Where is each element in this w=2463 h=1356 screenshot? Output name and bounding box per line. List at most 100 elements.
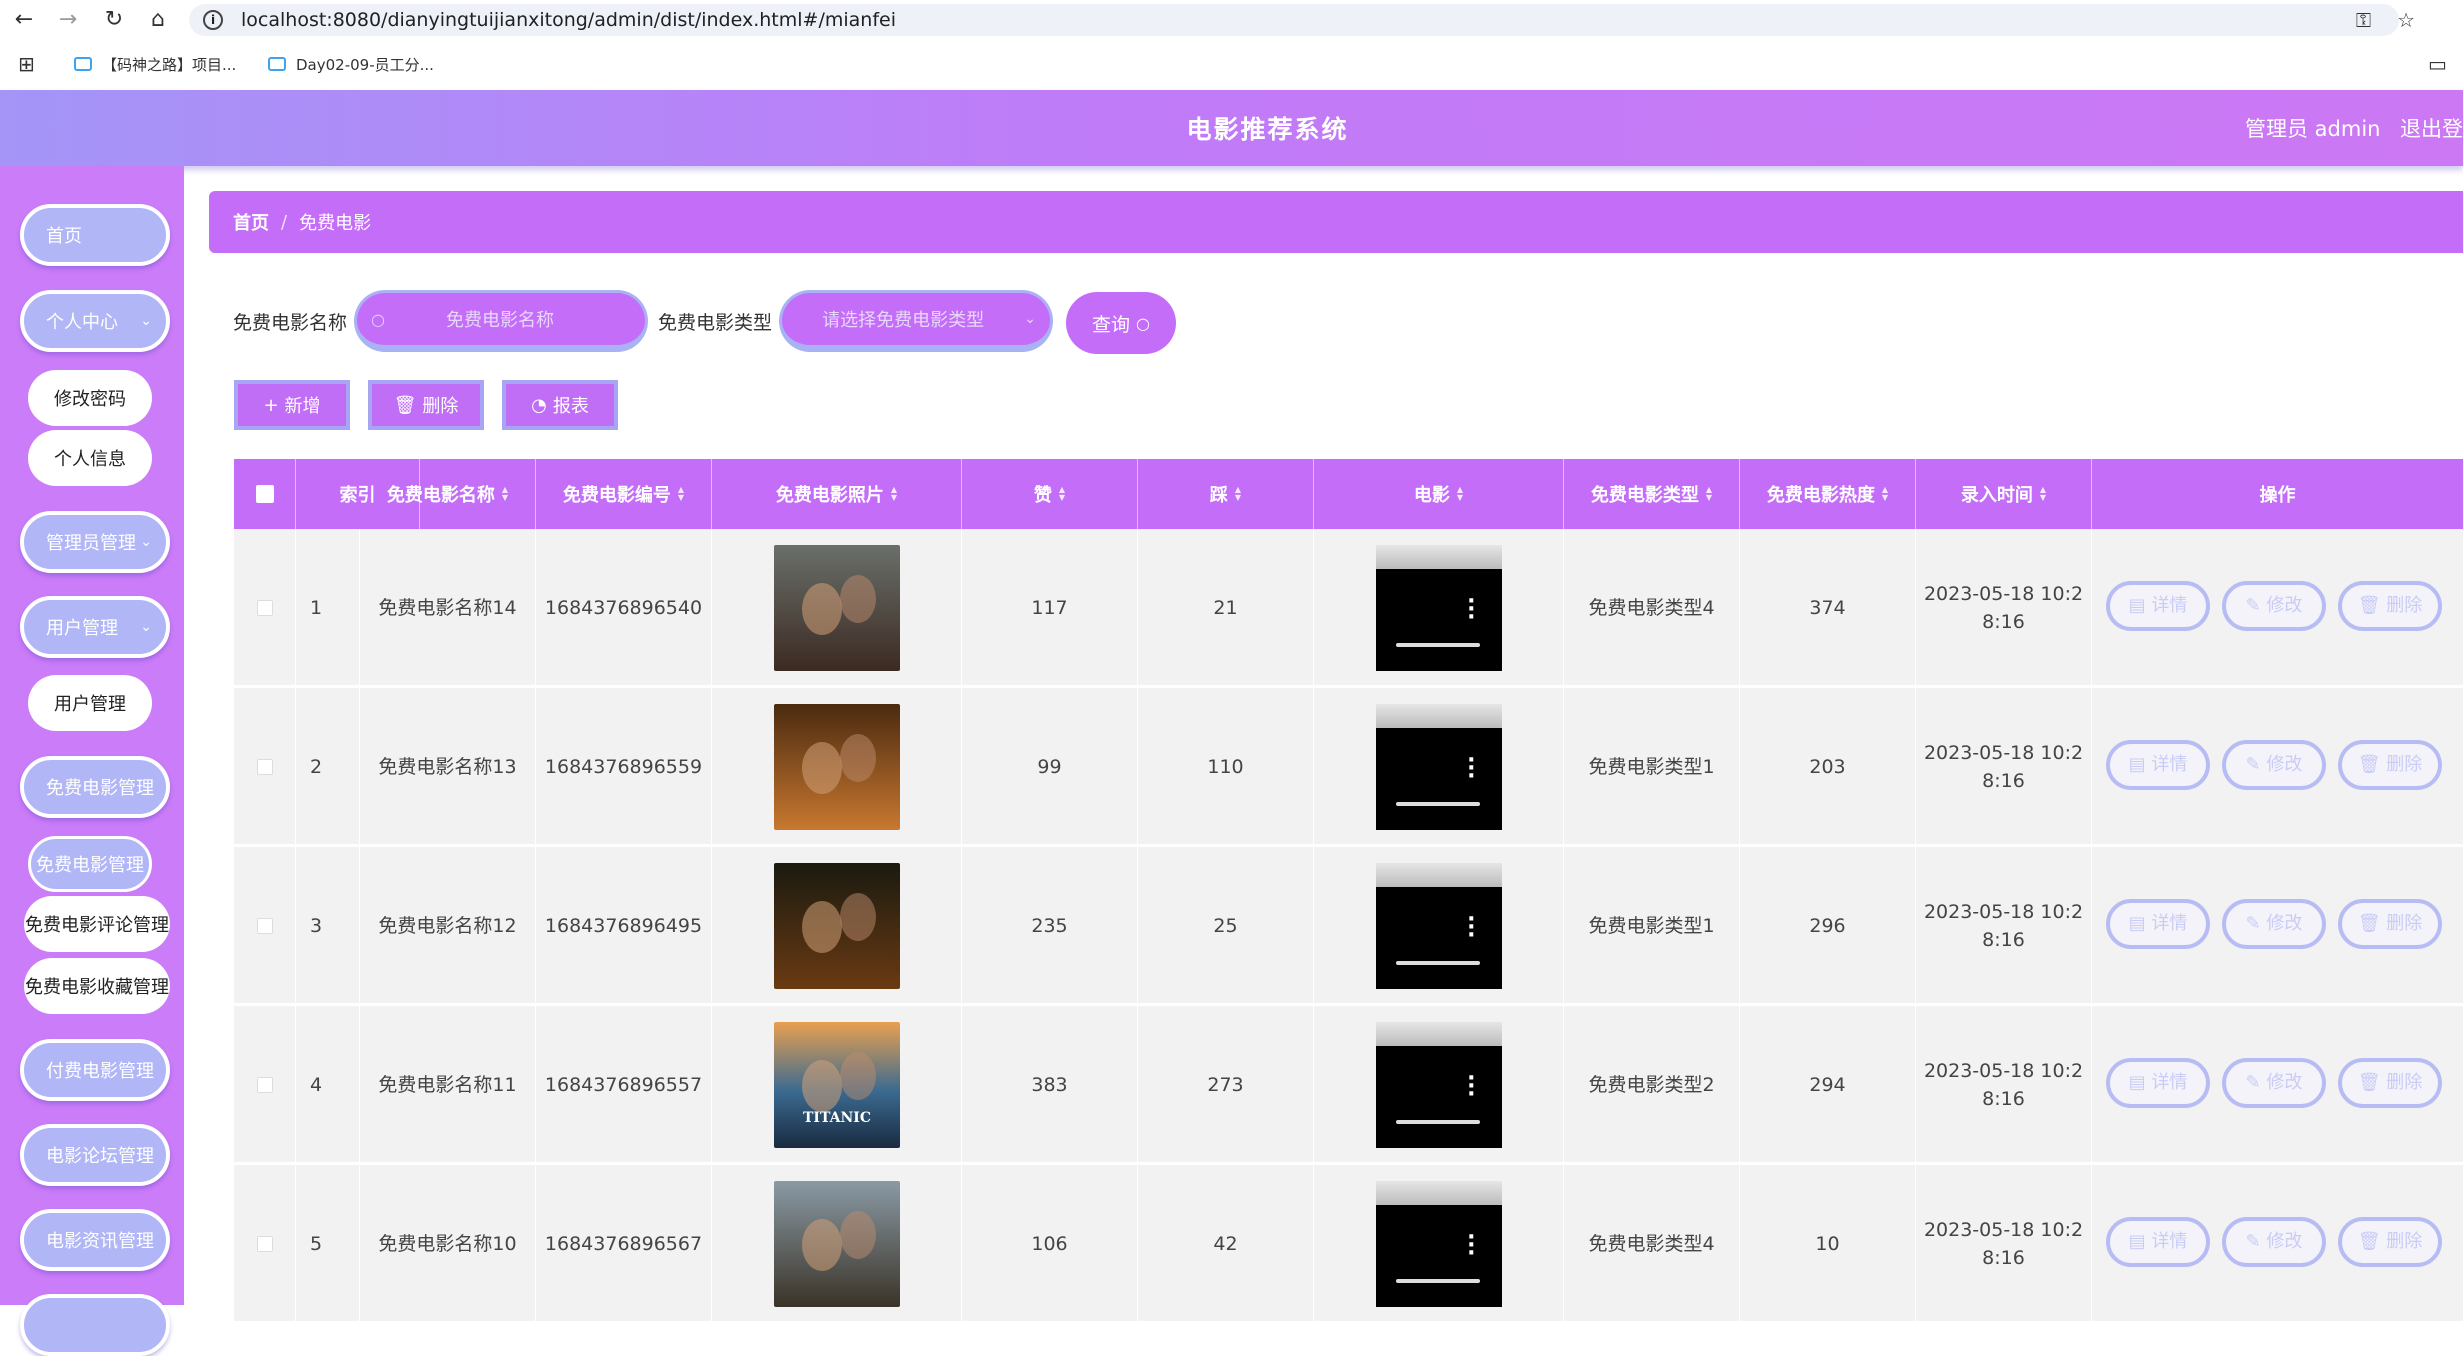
sidebar-item-profile[interactable]: 个人信息 <box>28 430 152 486</box>
video-progress-bar[interactable] <box>1395 1279 1480 1283</box>
col-photo[interactable]: 免费电影照片 ▲ ▼ <box>712 459 962 529</box>
add-button[interactable]: + 新增 <box>234 380 350 430</box>
movie-poster-image[interactable] <box>773 704 900 830</box>
video-progress-bar[interactable] <box>1395 1120 1480 1124</box>
home-icon[interactable]: ⌂ <box>138 0 178 38</box>
col-likes[interactable]: 赞 ▲ ▼ <box>962 459 1138 529</box>
sort-icon[interactable]: ▲ ▼ <box>1059 486 1065 502</box>
cell-movie: · · · <box>1314 847 1564 1005</box>
row-delete-button[interactable]: 🗑 删除 <box>2338 899 2442 949</box>
delete-button[interactable]: 🗑 删除 <box>368 380 484 430</box>
row-delete-button[interactable]: 🗑 删除 <box>2338 581 2442 631</box>
video-player[interactable]: · · · <box>1375 704 1502 830</box>
video-progress-bar[interactable] <box>1395 802 1480 806</box>
tv-icon <box>74 57 92 71</box>
row-delete-button[interactable]: 🗑 删除 <box>2338 740 2442 790</box>
edit-button[interactable]: ✎ 修改 <box>2222 1058 2326 1108</box>
folder-icon[interactable]: ▭ <box>2428 38 2447 90</box>
video-progress-bar[interactable] <box>1395 961 1480 965</box>
sidebar-item-personal[interactable]: 个人中心 ⌄ <box>20 290 170 352</box>
sidebar-item-free-fav[interactable]: 免费电影收藏管理 <box>24 958 170 1014</box>
col-code[interactable]: 免费电影编号 ▲ ▼ <box>536 459 712 529</box>
edit-button[interactable]: ✎ 修改 <box>2222 740 2326 790</box>
more-options-icon[interactable]: · · · <box>1467 909 1475 947</box>
sidebar-item-paid-movie[interactable]: 付费电影管理 <box>20 1039 170 1101</box>
movie-poster-image[interactable] <box>773 545 900 671</box>
checkbox[interactable] <box>256 918 273 934</box>
forward-icon[interactable]: → <box>48 0 88 38</box>
checkbox[interactable] <box>256 1236 273 1252</box>
col-dislikes[interactable]: 踩 ▲ ▼ <box>1138 459 1314 529</box>
sidebar-item-free-movie[interactable]: 免费电影管理 <box>20 756 170 818</box>
row-delete-button[interactable]: 🗑 删除 <box>2338 1217 2442 1267</box>
address-bar[interactable]: i localhost:8080/dianyingtuijianxitong/a… <box>189 4 2399 36</box>
sidebar-item-free-comment[interactable]: 免费电影评论管理 <box>24 896 170 952</box>
detail-button[interactable]: ▤ 详情 <box>2106 1217 2210 1267</box>
sort-icon[interactable]: ▲ ▼ <box>1457 486 1463 502</box>
checkbox[interactable] <box>256 1077 273 1093</box>
more-options-icon[interactable]: · · · <box>1467 750 1475 788</box>
sidebar-item-users[interactable]: 用户管理 ⌄ <box>20 596 170 658</box>
sort-icon[interactable]: ▲ ▼ <box>891 486 897 502</box>
checkbox[interactable] <box>255 485 274 503</box>
col-time[interactable]: 录入时间 ▲ ▼ <box>1916 459 2092 529</box>
movie-poster-image[interactable] <box>773 1181 900 1307</box>
detail-button[interactable]: ▤ 详情 <box>2106 899 2210 949</box>
row-delete-button[interactable]: 🗑 删除 <box>2338 1058 2442 1108</box>
sidebar-item-forum[interactable]: 电影论坛管理 <box>20 1124 170 1186</box>
name-search-input[interactable]: ○ 免费电影名称 <box>354 290 648 352</box>
video-player[interactable]: · · · <box>1375 1022 1502 1148</box>
checkbox[interactable] <box>256 759 273 775</box>
detail-button[interactable]: ▤ 详情 <box>2106 1058 2210 1108</box>
detail-button[interactable]: ▤ 详情 <box>2106 581 2210 631</box>
table-header: 索引 免费电影名称 ▲ ▼ 免费电影编号 ▲ ▼ 免费电影照片 ▲ ▼ 赞 ▲ ▼ 踩 ▲ ▼ 电影… <box>234 459 2463 529</box>
sidebar-item-more[interactable] <box>20 1294 170 1356</box>
col-movie[interactable]: 电影 ▲ ▼ <box>1314 459 1564 529</box>
star-icon[interactable]: ☆ <box>2397 8 2415 32</box>
edit-button[interactable]: ✎ 修改 <box>2222 1217 2326 1267</box>
sort-icon[interactable]: ▲ ▼ <box>1235 486 1241 502</box>
video-player[interactable]: · · · <box>1375 545 1502 671</box>
video-player[interactable]: · · · <box>1375 863 1502 989</box>
logout-link[interactable]: 退出登录 <box>2400 90 2463 166</box>
apps-icon[interactable]: ⊞ <box>18 38 35 90</box>
video-player[interactable]: · · · <box>1375 1181 1502 1307</box>
sort-icon[interactable]: ▲ ▼ <box>1882 486 1888 502</box>
sidebar-item-admin[interactable]: 管理员管理 ⌄ <box>20 511 170 573</box>
sidebar-item-free-movie-sub[interactable]: 免费电影管理 <box>28 836 152 892</box>
edit-button[interactable]: ✎ 修改 <box>2222 581 2326 631</box>
bookmark-1[interactable]: 【码神之路】项目... <box>74 38 236 90</box>
type-select[interactable]: 请选择免费电影类型 ⌄ <box>779 290 1053 352</box>
sort-icon[interactable]: ▲ ▼ <box>2040 486 2046 502</box>
col-type[interactable]: 免费电影类型 ▲ ▼ <box>1564 459 1740 529</box>
reload-icon[interactable]: ↻ <box>94 0 134 38</box>
movie-poster-image[interactable] <box>773 863 900 989</box>
back-icon[interactable]: ← <box>4 0 44 38</box>
sort-icon[interactable]: ▲ ▼ <box>678 486 684 502</box>
cell-time: 2023-05-18 10:2 8:16 <box>1916 529 2092 687</box>
key-icon[interactable]: ⚿ <box>2356 8 2371 32</box>
edit-button[interactable]: ✎ 修改 <box>2222 899 2326 949</box>
sidebar-item-change-password[interactable]: 修改密码 <box>28 370 152 426</box>
sort-icon[interactable]: ▲ ▼ <box>502 486 508 502</box>
movie-poster-image[interactable]: TITANIC <box>773 1022 900 1148</box>
video-progress-bar[interactable] <box>1395 643 1480 647</box>
report-button[interactable]: ◔ 报表 <box>502 380 618 430</box>
sidebar-item-home[interactable]: 首页 <box>20 204 170 266</box>
sort-icon[interactable]: ▲ ▼ <box>1706 486 1712 502</box>
bookmark-2[interactable]: Day02-09-员工分... <box>268 38 434 90</box>
cell-likes: 117 <box>962 529 1138 687</box>
sidebar-item-users-sub[interactable]: 用户管理 <box>28 675 152 731</box>
detail-button[interactable]: ▤ 详情 <box>2106 740 2210 790</box>
sidebar-item-news[interactable]: 电影资讯管理 <box>20 1209 170 1271</box>
breadcrumb-home[interactable]: 首页 <box>233 209 269 235</box>
col-name[interactable]: 免费电影名称 ▲ ▼ <box>360 459 536 529</box>
col-heat[interactable]: 免费电影热度 ▲ ▼ <box>1740 459 1916 529</box>
select-all-checkbox[interactable] <box>234 459 296 529</box>
more-options-icon[interactable]: · · · <box>1467 1068 1475 1106</box>
checkbox[interactable] <box>256 600 273 616</box>
more-options-icon[interactable]: · · · <box>1467 591 1475 629</box>
query-button[interactable]: 查询 ○ <box>1066 292 1176 354</box>
site-info-icon[interactable]: i <box>203 10 223 30</box>
more-options-icon[interactable]: · · · <box>1467 1227 1475 1265</box>
